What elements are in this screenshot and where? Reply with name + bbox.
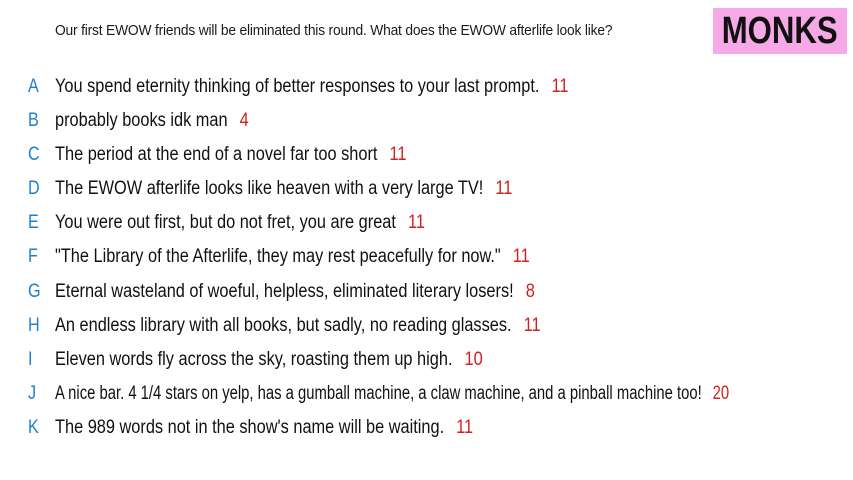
response-text: The 989 words not in the show's name wil… (55, 417, 445, 438)
word-count: 10 (464, 349, 483, 370)
response-text: You spend eternity thinking of better re… (55, 76, 540, 97)
response-row: K The 989 words not in the show's name w… (0, 411, 853, 445)
response-line: probably books idk man 4 (55, 110, 249, 132)
response-line: The 989 words not in the show's name wil… (55, 417, 473, 439)
response-letter: G (28, 281, 41, 302)
response-letter: A (28, 76, 39, 97)
word-count: 8 (525, 281, 535, 302)
word-count: 11 (523, 315, 541, 336)
response-letter: J (28, 383, 37, 404)
response-text: The period at the end of a novel far too… (55, 144, 378, 165)
response-line: A nice bar. 4 1/4 stars on yelp, has a g… (55, 383, 729, 405)
response-row: A You spend eternity thinking of better … (0, 70, 853, 104)
prompt-text: Our first EWOW friends will be eliminate… (55, 22, 613, 39)
response-letter: C (28, 144, 40, 165)
response-line: Eleven words fly across the sky, roastin… (55, 349, 483, 371)
response-text: You were out first, but do not fret, you… (55, 212, 396, 233)
response-row: H An endless library with all books, but… (0, 309, 853, 343)
response-row: C The period at the end of a novel far t… (0, 138, 853, 172)
response-row: E You were out first, but do not fret, y… (0, 206, 853, 240)
word-count: 11 (389, 144, 407, 165)
response-row: D The EWOW afterlife looks like heaven w… (0, 172, 853, 206)
response-letter: I (28, 349, 33, 370)
response-line: The period at the end of a novel far too… (55, 144, 406, 166)
response-line: "The Library of the Afterlife, they may … (55, 246, 530, 268)
word-count: 20 (712, 383, 730, 404)
contestant-name: MONKS (722, 9, 839, 52)
response-row: I Eleven words fly across the sky, roast… (0, 343, 853, 377)
response-line: You were out first, but do not fret, you… (55, 212, 425, 234)
response-line: An endless library with all books, but s… (55, 315, 541, 337)
response-row: J A nice bar. 4 1/4 stars on yelp, has a… (0, 377, 853, 411)
response-text: "The Library of the Afterlife, they may … (55, 246, 501, 267)
response-row: B probably books idk man 4 (0, 104, 853, 138)
response-text: A nice bar. 4 1/4 stars on yelp, has a g… (55, 383, 702, 404)
word-count: 11 (407, 212, 425, 233)
response-text: probably books idk man (55, 110, 228, 131)
response-text: Eleven words fly across the sky, roastin… (55, 349, 453, 370)
response-line: The EWOW afterlife looks like heaven wit… (55, 178, 512, 200)
response-letter: F (28, 246, 38, 267)
word-count: 11 (456, 417, 474, 438)
response-text: Eternal wasteland of woeful, helpless, e… (55, 281, 514, 302)
response-letter: E (28, 212, 39, 233)
response-text: The EWOW afterlife looks like heaven wit… (55, 178, 484, 199)
word-count: 4 (239, 110, 249, 131)
response-row: F "The Library of the Afterlife, they ma… (0, 240, 853, 274)
response-row: G Eternal wasteland of woeful, helpless,… (0, 275, 853, 309)
response-line: Eternal wasteland of woeful, helpless, e… (55, 281, 535, 303)
response-letter: K (28, 417, 39, 438)
word-count: 11 (551, 76, 569, 97)
word-count: 11 (512, 246, 530, 267)
response-letter: H (28, 315, 40, 336)
word-count: 11 (495, 178, 513, 199)
response-letter: D (28, 178, 40, 199)
response-text: An endless library with all books, but s… (55, 315, 512, 336)
contestant-name-badge: MONKS (713, 8, 847, 54)
response-line: You spend eternity thinking of better re… (55, 76, 568, 98)
response-letter: B (28, 110, 39, 131)
